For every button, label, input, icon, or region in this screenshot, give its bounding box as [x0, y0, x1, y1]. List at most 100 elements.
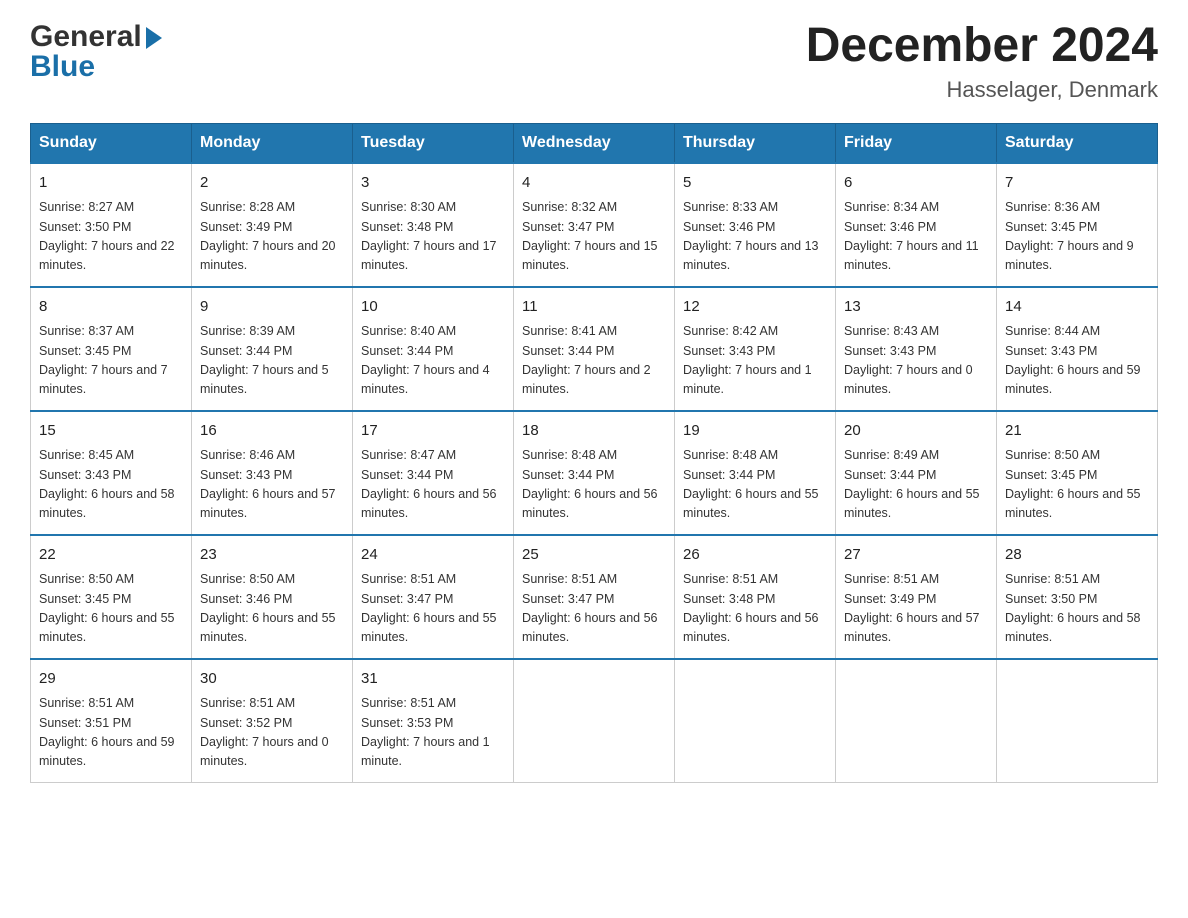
logo-arrow-icon — [146, 27, 162, 49]
day-info: Sunrise: 8:51 AMSunset: 3:52 PMDaylight:… — [200, 694, 344, 772]
calendar-cell: 29 Sunrise: 8:51 AMSunset: 3:51 PMDayligh… — [31, 659, 192, 783]
day-number: 27 — [844, 544, 988, 567]
weekday-header-row: SundayMondayTuesdayWednesdayThursdayFrid… — [31, 123, 1158, 163]
day-info: Sunrise: 8:47 AMSunset: 3:44 PMDaylight:… — [361, 446, 505, 524]
day-number: 10 — [361, 296, 505, 319]
day-number: 8 — [39, 296, 183, 319]
logo-general-text: General — [30, 20, 142, 54]
day-number: 5 — [683, 172, 827, 195]
day-info: Sunrise: 8:50 AMSunset: 3:45 PMDaylight:… — [1005, 446, 1149, 524]
day-number: 3 — [361, 172, 505, 195]
day-info: Sunrise: 8:44 AMSunset: 3:43 PMDaylight:… — [1005, 322, 1149, 400]
calendar-cell — [836, 659, 997, 783]
calendar-cell: 25 Sunrise: 8:51 AMSunset: 3:47 PMDayligh… — [514, 535, 675, 659]
week-row-5: 29 Sunrise: 8:51 AMSunset: 3:51 PMDayligh… — [31, 659, 1158, 783]
day-number: 22 — [39, 544, 183, 567]
calendar-cell: 13 Sunrise: 8:43 AMSunset: 3:43 PMDayligh… — [836, 287, 997, 411]
day-number: 13 — [844, 296, 988, 319]
day-number: 21 — [1005, 420, 1149, 443]
day-number: 20 — [844, 420, 988, 443]
day-number: 19 — [683, 420, 827, 443]
day-info: Sunrise: 8:43 AMSunset: 3:43 PMDaylight:… — [844, 322, 988, 400]
day-info: Sunrise: 8:45 AMSunset: 3:43 PMDaylight:… — [39, 446, 183, 524]
day-info: Sunrise: 8:51 AMSunset: 3:51 PMDaylight:… — [39, 694, 183, 772]
calendar-cell: 21 Sunrise: 8:50 AMSunset: 3:45 PMDayligh… — [997, 411, 1158, 535]
day-info: Sunrise: 8:41 AMSunset: 3:44 PMDaylight:… — [522, 322, 666, 400]
calendar-cell: 26 Sunrise: 8:51 AMSunset: 3:48 PMDayligh… — [675, 535, 836, 659]
calendar-cell: 16 Sunrise: 8:46 AMSunset: 3:43 PMDayligh… — [192, 411, 353, 535]
calendar-cell: 15Sunrise: 8:45 AMSunset: 3:43 PMDayligh… — [31, 411, 192, 535]
day-number: 6 — [844, 172, 988, 195]
day-number: 4 — [522, 172, 666, 195]
day-info: Sunrise: 8:39 AMSunset: 3:44 PMDaylight:… — [200, 322, 344, 400]
calendar-cell: 9 Sunrise: 8:39 AMSunset: 3:44 PMDaylight… — [192, 287, 353, 411]
day-number: 24 — [361, 544, 505, 567]
calendar-cell: 12Sunrise: 8:42 AMSunset: 3:43 PMDayligh… — [675, 287, 836, 411]
calendar-cell: 28Sunrise: 8:51 AMSunset: 3:50 PMDayligh… — [997, 535, 1158, 659]
day-number: 7 — [1005, 172, 1149, 195]
calendar-cell: 20 Sunrise: 8:49 AMSunset: 3:44 PMDayligh… — [836, 411, 997, 535]
calendar-cell: 8 Sunrise: 8:37 AMSunset: 3:45 PMDaylight… — [31, 287, 192, 411]
calendar-cell: 1Sunrise: 8:27 AMSunset: 3:50 PMDaylight… — [31, 163, 192, 287]
day-info: Sunrise: 8:48 AMSunset: 3:44 PMDaylight:… — [522, 446, 666, 524]
day-number: 16 — [200, 420, 344, 443]
day-info: Sunrise: 8:50 AMSunset: 3:45 PMDaylight:… — [39, 570, 183, 648]
day-number: 2 — [200, 172, 344, 195]
day-number: 12 — [683, 296, 827, 319]
day-info: Sunrise: 8:51 AMSunset: 3:50 PMDaylight:… — [1005, 570, 1149, 648]
day-info: Sunrise: 8:46 AMSunset: 3:43 PMDaylight:… — [200, 446, 344, 524]
day-number: 9 — [200, 296, 344, 319]
day-info: Sunrise: 8:49 AMSunset: 3:44 PMDaylight:… — [844, 446, 988, 524]
month-title: December 2024 — [806, 20, 1158, 73]
day-number: 29 — [39, 668, 183, 691]
day-number: 11 — [522, 296, 666, 319]
calendar-cell: 3 Sunrise: 8:30 AMSunset: 3:48 PMDaylight… — [353, 163, 514, 287]
logo: General Blue — [30, 20, 162, 84]
calendar-cell: 5 Sunrise: 8:33 AMSunset: 3:46 PMDaylight… — [675, 163, 836, 287]
calendar-cell: 11 Sunrise: 8:41 AMSunset: 3:44 PMDayligh… — [514, 287, 675, 411]
title-section: December 2024 Hasselager, Denmark — [806, 20, 1158, 103]
day-number: 25 — [522, 544, 666, 567]
calendar-cell: 31 Sunrise: 8:51 AMSunset: 3:53 PMDayligh… — [353, 659, 514, 783]
day-info: Sunrise: 8:28 AMSunset: 3:49 PMDaylight:… — [200, 198, 344, 276]
weekday-header-sunday: Sunday — [31, 123, 192, 163]
day-info: Sunrise: 8:34 AMSunset: 3:46 PMDaylight:… — [844, 198, 988, 276]
day-info: Sunrise: 8:40 AMSunset: 3:44 PMDaylight:… — [361, 322, 505, 400]
calendar-cell: 19Sunrise: 8:48 AMSunset: 3:44 PMDayligh… — [675, 411, 836, 535]
day-info: Sunrise: 8:51 AMSunset: 3:53 PMDaylight:… — [361, 694, 505, 772]
calendar-cell: 10 Sunrise: 8:40 AMSunset: 3:44 PMDayligh… — [353, 287, 514, 411]
weekday-header-saturday: Saturday — [997, 123, 1158, 163]
calendar-cell — [997, 659, 1158, 783]
day-number: 26 — [683, 544, 827, 567]
page-header: General Blue December 2024 Hasselager, D… — [30, 20, 1158, 103]
week-row-3: 15Sunrise: 8:45 AMSunset: 3:43 PMDayligh… — [31, 411, 1158, 535]
day-info: Sunrise: 8:51 AMSunset: 3:47 PMDaylight:… — [361, 570, 505, 648]
day-info: Sunrise: 8:27 AMSunset: 3:50 PMDaylight:… — [39, 198, 183, 276]
calendar-cell: 4Sunrise: 8:32 AMSunset: 3:47 PMDaylight… — [514, 163, 675, 287]
calendar-cell: 7 Sunrise: 8:36 AMSunset: 3:45 PMDaylight… — [997, 163, 1158, 287]
week-row-4: 22 Sunrise: 8:50 AMSunset: 3:45 PMDayligh… — [31, 535, 1158, 659]
calendar-cell: 27Sunrise: 8:51 AMSunset: 3:49 PMDayligh… — [836, 535, 997, 659]
calendar-cell — [514, 659, 675, 783]
day-info: Sunrise: 8:51 AMSunset: 3:47 PMDaylight:… — [522, 570, 666, 648]
day-info: Sunrise: 8:30 AMSunset: 3:48 PMDaylight:… — [361, 198, 505, 276]
weekday-header-thursday: Thursday — [675, 123, 836, 163]
calendar-cell: 17Sunrise: 8:47 AMSunset: 3:44 PMDayligh… — [353, 411, 514, 535]
week-row-1: 1Sunrise: 8:27 AMSunset: 3:50 PMDaylight… — [31, 163, 1158, 287]
calendar-cell: 2 Sunrise: 8:28 AMSunset: 3:49 PMDaylight… — [192, 163, 353, 287]
day-info: Sunrise: 8:51 AMSunset: 3:48 PMDaylight:… — [683, 570, 827, 648]
location-text: Hasselager, Denmark — [806, 77, 1158, 103]
day-info: Sunrise: 8:33 AMSunset: 3:46 PMDaylight:… — [683, 198, 827, 276]
week-row-2: 8 Sunrise: 8:37 AMSunset: 3:45 PMDaylight… — [31, 287, 1158, 411]
day-number: 31 — [361, 668, 505, 691]
calendar-table: SundayMondayTuesdayWednesdayThursdayFrid… — [30, 123, 1158, 783]
day-info: Sunrise: 8:36 AMSunset: 3:45 PMDaylight:… — [1005, 198, 1149, 276]
day-number: 23 — [200, 544, 344, 567]
calendar-cell: 14 Sunrise: 8:44 AMSunset: 3:43 PMDayligh… — [997, 287, 1158, 411]
weekday-header-wednesday: Wednesday — [514, 123, 675, 163]
day-number: 18 — [522, 420, 666, 443]
day-info: Sunrise: 8:37 AMSunset: 3:45 PMDaylight:… — [39, 322, 183, 400]
day-number: 14 — [1005, 296, 1149, 319]
calendar-cell: 30Sunrise: 8:51 AMSunset: 3:52 PMDayligh… — [192, 659, 353, 783]
logo-blue-text: Blue — [30, 50, 95, 83]
